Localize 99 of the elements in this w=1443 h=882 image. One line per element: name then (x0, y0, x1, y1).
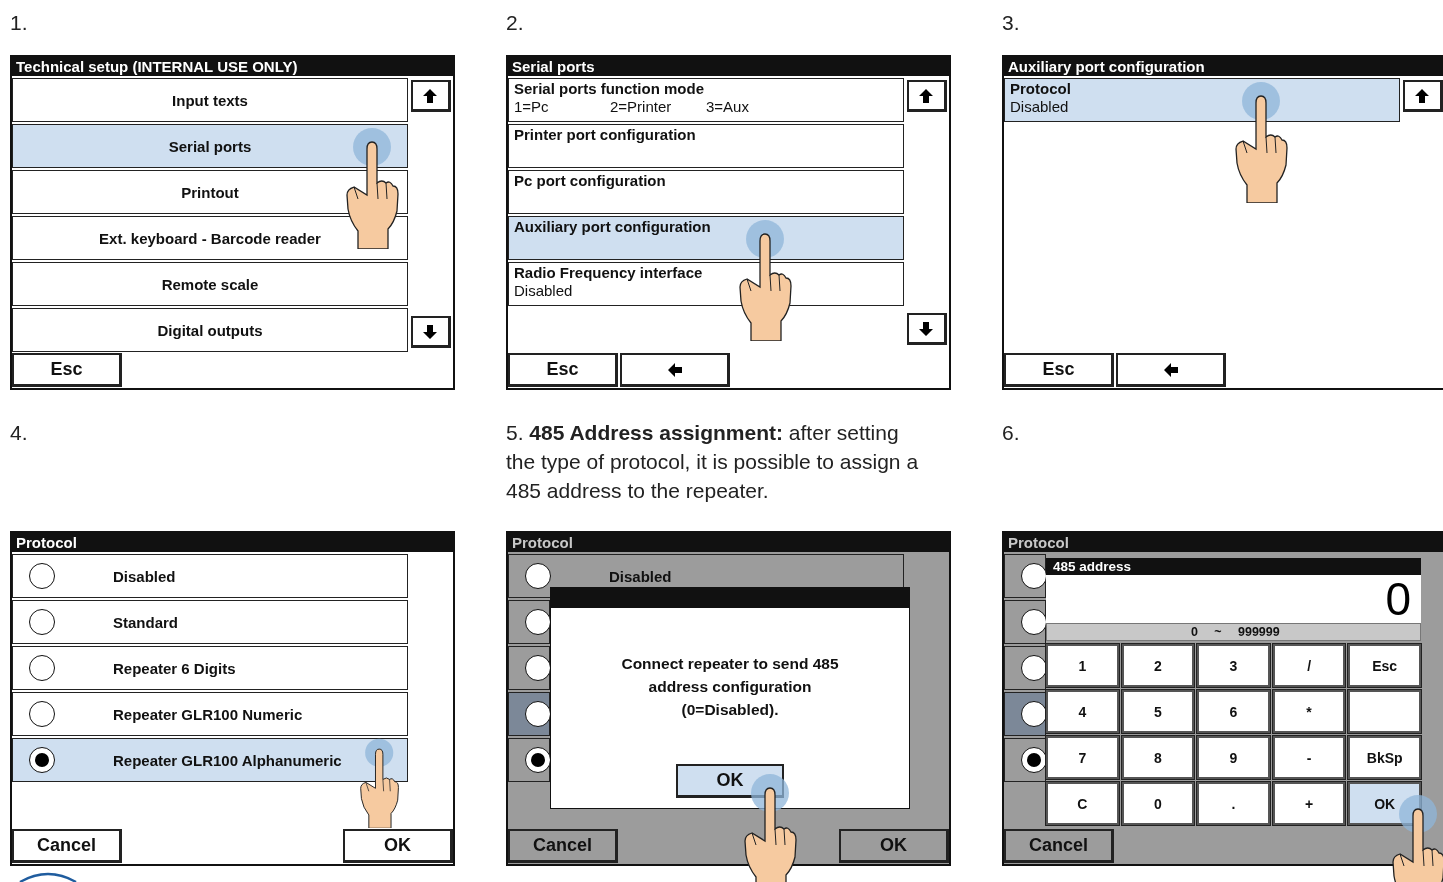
keypad-key[interactable]: 0 (1121, 782, 1195, 825)
arrow-left-icon (666, 361, 683, 378)
arrow-left-icon (1162, 361, 1179, 378)
keypad-key[interactable] (1348, 690, 1421, 733)
screen-title: Protocol (12, 533, 453, 552)
screen-title: Serial ports (508, 57, 949, 76)
menu-item[interactable]: Printer port configuration (508, 124, 904, 168)
scroll-down-button[interactable] (906, 313, 947, 345)
arrow-up-icon (422, 87, 438, 104)
radio-button[interactable] (29, 747, 55, 773)
keypad-key[interactable]: 9 (1197, 736, 1270, 779)
radio-option[interactable] (1004, 692, 1046, 736)
step-caption: 1. (10, 10, 29, 36)
radio-option[interactable] (508, 692, 550, 736)
radio-button[interactable] (1021, 747, 1047, 773)
scroll-down-button[interactable] (410, 316, 451, 348)
radio-option[interactable]: Repeater 6 Digits (12, 646, 408, 690)
soft-button[interactable]: Esc (508, 353, 618, 387)
step-caption: 3. (1002, 10, 1021, 36)
soft-button[interactable]: Cancel (508, 829, 618, 863)
scroll-up-button[interactable] (410, 80, 451, 112)
menu-item[interactable]: Pc port configuration (508, 170, 904, 214)
keypad-key[interactable]: 6 (1197, 690, 1270, 733)
radio-option[interactable] (508, 600, 550, 644)
radio-button[interactable] (525, 747, 551, 773)
soft-button[interactable]: OK (343, 829, 453, 863)
radio-option[interactable]: Disabled (12, 554, 408, 598)
keypad-key[interactable]: 3 (1197, 644, 1270, 687)
radio-button[interactable] (1021, 655, 1047, 681)
menu-item[interactable]: Ext. keyboard - Barcode reader (12, 216, 408, 260)
keypad-key[interactable]: 5 (1121, 690, 1195, 733)
keypad-key[interactable]: / (1272, 644, 1346, 687)
screen-title: Technical setup (INTERNAL USE ONLY) (12, 57, 453, 76)
screen-title: Protocol (1004, 533, 1443, 552)
step-caption: 6. (1002, 420, 1021, 446)
radio-button[interactable] (29, 655, 55, 681)
dialog-message: Connect repeater to send 485 address configuration (0=Disabled). (620, 654, 840, 720)
step-caption: 2. (506, 10, 525, 36)
keypad-key[interactable]: 8 (1121, 736, 1195, 779)
step-caption: 5. 485 Address assignment: after setting the type of protocol, it is possible to assign a 485 address to the repeater. (506, 420, 920, 504)
keypad-key[interactable]: Esc (1348, 644, 1421, 687)
dialog-title: 485 address (1046, 558, 1421, 575)
radio-button[interactable] (525, 655, 551, 681)
keypad-key[interactable]: BkSp (1348, 736, 1421, 779)
step-caption: 4. (10, 420, 29, 446)
arrow-up-icon (1414, 87, 1430, 104)
back-button[interactable] (1116, 353, 1226, 387)
keypad-key[interactable]: 7 (1046, 736, 1119, 779)
value-display: 0 (1046, 575, 1421, 623)
radio-button[interactable] (525, 563, 551, 589)
arrow-down-icon (422, 323, 438, 340)
screen-title: Auxiliary port configuration (1004, 57, 1443, 76)
radio-button[interactable] (1021, 609, 1047, 635)
keypad-key[interactable]: C (1046, 782, 1119, 825)
menu-item[interactable]: Radio Frequency interface Disabled (508, 262, 904, 306)
radio-button[interactable] (29, 701, 55, 727)
logo-arc-icon (18, 872, 78, 882)
menu-item[interactable]: Remote scale (12, 262, 408, 306)
radio-option[interactable] (1004, 600, 1046, 644)
keypad-key[interactable]: . (1197, 782, 1270, 825)
radio-button[interactable] (525, 609, 551, 635)
arrow-up-icon (918, 87, 934, 104)
menu-item[interactable]: Digital outputs (12, 308, 408, 352)
menu-item[interactable]: Protocol Disabled (1004, 78, 1400, 122)
radio-option[interactable]: Repeater GLR100 Alphanumeric (12, 738, 408, 782)
radio-option[interactable] (1004, 554, 1046, 598)
radio-option[interactable] (508, 646, 550, 690)
radio-option[interactable] (1004, 738, 1046, 782)
radio-option[interactable] (1004, 646, 1046, 690)
soft-button[interactable]: OK (839, 829, 949, 863)
range-bar: 0 ~ 999999 (1046, 623, 1421, 641)
keypad-key[interactable]: * (1272, 690, 1346, 733)
keypad-key[interactable]: 4 (1046, 690, 1119, 733)
soft-button[interactable]: Cancel (1004, 829, 1114, 863)
keypad-key[interactable]: 1 (1046, 644, 1119, 687)
scroll-up-button[interactable] (1402, 80, 1443, 112)
keypad-key[interactable]: + (1272, 782, 1346, 825)
screen-title: Protocol (508, 533, 949, 552)
radio-button[interactable] (29, 609, 55, 635)
soft-button[interactable]: Esc (1004, 353, 1114, 387)
menu-item[interactable]: Serial ports (12, 124, 408, 168)
scroll-up-button[interactable] (906, 80, 947, 112)
arrow-down-icon (918, 320, 934, 337)
soft-button[interactable]: Cancel (12, 829, 122, 863)
back-button[interactable] (620, 353, 730, 387)
radio-button[interactable] (525, 701, 551, 727)
keypad-key[interactable]: - (1272, 736, 1346, 779)
menu-item[interactable]: Serial ports function mode 1=Pc 2=Printer 3=Aux (508, 78, 904, 122)
menu-item[interactable]: Printout (12, 170, 408, 214)
radio-option[interactable]: Repeater GLR100 Numeric (12, 692, 408, 736)
soft-button[interactable]: Esc (12, 353, 122, 387)
radio-option[interactable] (508, 738, 550, 782)
radio-option[interactable]: Standard (12, 600, 408, 644)
menu-item[interactable]: Auxiliary port configuration (508, 216, 904, 260)
menu-item[interactable]: Input texts (12, 78, 408, 122)
keypad-key[interactable]: 2 (1121, 644, 1195, 687)
radio-button[interactable] (1021, 701, 1047, 727)
radio-button[interactable] (1021, 563, 1047, 589)
radio-button[interactable] (29, 563, 55, 589)
